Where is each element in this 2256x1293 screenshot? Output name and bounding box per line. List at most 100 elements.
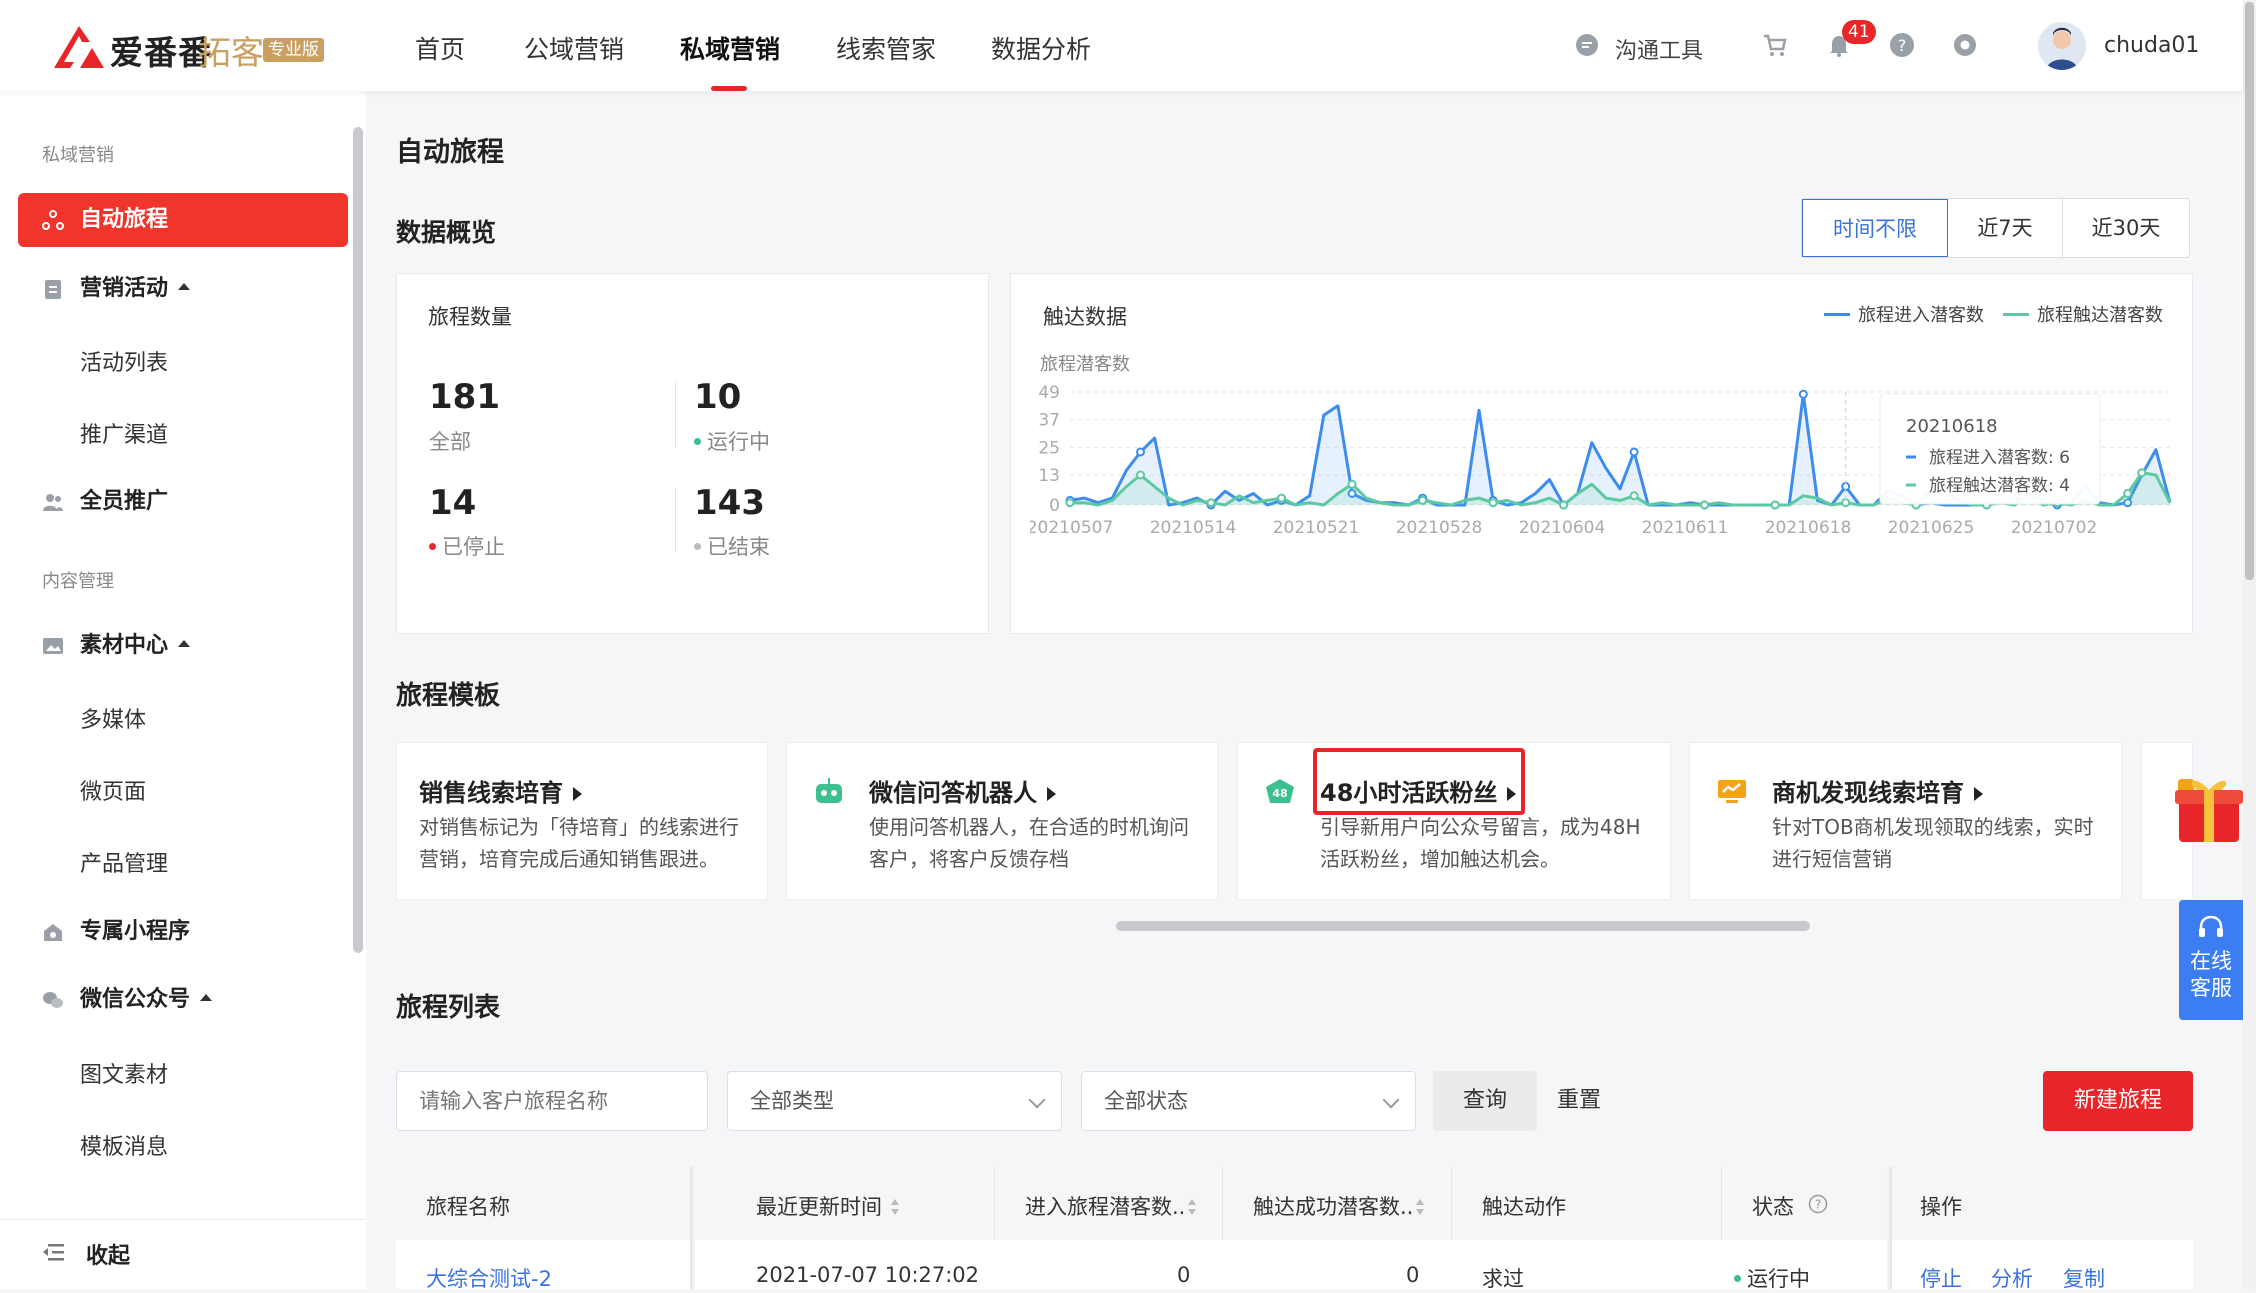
sidebar-item-all-staff-promo[interactable]: 全员推广 — [18, 475, 348, 529]
x-tick-label: 20210521 — [1273, 518, 1360, 538]
sidebar-item-label: 自动旅程 — [80, 207, 169, 232]
sidebar-item-label: 全员推广 — [80, 489, 169, 514]
type-select[interactable]: 全部类型 — [727, 1071, 1062, 1131]
range-all-button[interactable]: 时间不限 — [1802, 199, 1948, 257]
range-30d-button[interactable]: 近30天 — [2063, 199, 2189, 257]
sidebar-item-marketing-activity[interactable]: 营销活动 — [18, 262, 348, 316]
sidebar-item-wechat-official[interactable]: 微信公众号 — [18, 973, 348, 1027]
col-name: 旅程名称 — [426, 1195, 510, 1219]
stat-stopped-label: 已停止 — [429, 531, 505, 561]
mini-program-icon — [44, 924, 62, 941]
help-icon[interactable]: ? — [1889, 32, 1915, 58]
online-service-button[interactable]: 在线 客服 — [2179, 900, 2243, 1020]
nav-public-marketing[interactable]: 公域营销 — [524, 30, 624, 66]
people-icon — [43, 494, 63, 511]
cell-entered: 0 — [1177, 1263, 1191, 1287]
highlight-box — [1313, 748, 1525, 815]
data-point — [1488, 498, 1498, 508]
journey-icon — [42, 210, 64, 230]
image-icon — [43, 638, 63, 654]
y-tick-label: 49 — [1038, 383, 1060, 403]
nav-lead-manager[interactable]: 线索管家 — [836, 30, 936, 66]
avatar[interactable] — [2038, 22, 2086, 70]
sidebar-item-mini-program[interactable]: 专属小程序 — [18, 905, 348, 959]
edition-badge: 专业版 — [263, 38, 324, 62]
robot-icon — [816, 778, 842, 803]
new-journey-button[interactable]: 新建旅程 — [2043, 1071, 2193, 1131]
x-tick-label: 20210507 — [1030, 518, 1113, 538]
logo-text[interactable]: 爱番番 — [110, 26, 212, 74]
data-point — [1418, 495, 1428, 505]
col-status: 状态? — [1752, 1191, 1828, 1221]
template-title: 商机发现线索培育 — [1772, 773, 1983, 808]
range-7d-button[interactable]: 近7天 — [1948, 199, 2063, 257]
y-tick-label: 37 — [1038, 411, 1060, 431]
nav-data-analysis[interactable]: 数据分析 — [991, 30, 1091, 66]
page-scrollbar-thumb[interactable] — [2245, 2, 2254, 580]
sidebar-item-template-msg[interactable]: 模板消息 — [80, 1129, 168, 1161]
divider — [1721, 1167, 1722, 1240]
template-desc: 使用问答机器人，在合适的时机询问客户，将客户反馈存档 — [869, 815, 1189, 871]
logo-icon[interactable] — [52, 22, 106, 70]
data-point — [1841, 498, 1851, 508]
monitor-chart-icon — [1718, 780, 1746, 803]
collapse-icon[interactable] — [42, 1242, 66, 1262]
col-entered[interactable]: 进入旅程潜客数.. — [1025, 1191, 1197, 1221]
status-select[interactable]: 全部状态 — [1081, 1071, 1416, 1131]
divider — [675, 382, 676, 448]
sidebar-scrollbar[interactable] — [353, 127, 363, 953]
username[interactable]: chuda01 — [2104, 33, 2199, 58]
fixed-col-shadow — [690, 1167, 695, 1289]
sidebar-item-product-mgmt[interactable]: 产品管理 — [80, 846, 168, 878]
sort-icon — [1188, 1199, 1197, 1215]
data-point — [1347, 479, 1357, 489]
chevron-down-icon — [1028, 1091, 1046, 1109]
journey-count-title: 旅程数量 — [428, 305, 512, 329]
nav-private-marketing[interactable]: 私域营销 — [680, 30, 780, 66]
template-card-sales-lead[interactable]: 销售线索培育 对销售标记为「待培育」的线索进行营销，培育完成后通知销售跟进。 — [396, 742, 768, 900]
cart-icon[interactable] — [1762, 32, 1788, 58]
chat-tool-icon[interactable] — [1574, 32, 1600, 58]
sidebar-item-promo-channel[interactable]: 推广渠道 — [80, 417, 168, 449]
time-range-toggle: 时间不限 近7天 近30天 — [1801, 198, 2190, 258]
query-button[interactable]: 查询 — [1433, 1071, 1537, 1131]
sidebar-item-multimedia[interactable]: 多媒体 — [80, 702, 146, 734]
collapse-button[interactable]: 收起 — [86, 1238, 130, 1270]
notification-count-badge: 41 — [1842, 20, 1876, 44]
col-reached[interactable]: 触达成功潜客数.. — [1253, 1191, 1425, 1221]
template-card-business-lead[interactable]: 商机发现线索培育 针对TOB商机发现领取的线索，实时进行短信营销 — [1689, 742, 2122, 900]
templates-horizontal-scrollbar[interactable] — [1116, 921, 1810, 931]
question-icon[interactable]: ? — [1808, 1194, 1828, 1214]
gift-icon[interactable] — [2175, 772, 2243, 844]
y-tick-label: 13 — [1038, 466, 1060, 486]
chevron-down-icon — [1382, 1091, 1400, 1109]
tooltip-date: 20210618 — [1906, 416, 1998, 437]
sidebar-item-image-text[interactable]: 图文素材 — [80, 1057, 168, 1089]
data-point — [2123, 488, 2133, 498]
sidebar-item-activity-list[interactable]: 活动列表 — [80, 345, 168, 377]
tooltip-line: 旅程触达潜客数: 4 — [1929, 476, 2070, 496]
clipboard-icon — [45, 280, 61, 299]
journey-search-input[interactable] — [396, 1071, 708, 1131]
reset-button[interactable]: 重置 — [1548, 1071, 1610, 1131]
templates-title: 旅程模板 — [396, 681, 501, 711]
data-point — [1206, 498, 1216, 508]
y-axis-label: 旅程潜客数 — [1040, 354, 1130, 375]
data-point — [1136, 470, 1146, 480]
template-card-qa-robot[interactable]: 微信问答机器人 使用问答机器人，在合适的时机询问客户，将客户反馈存档 — [786, 742, 1218, 900]
badge-48-icon: 48 — [1266, 779, 1294, 803]
overview-title: 数据概览 — [396, 218, 497, 247]
nav-home[interactable]: 首页 — [415, 30, 465, 66]
sidebar-item-auto-journey[interactable]: 自动旅程 — [18, 193, 348, 247]
sidebar-item-micro-page[interactable]: 微页面 — [80, 774, 146, 806]
settings-icon[interactable] — [1952, 32, 1978, 58]
col-updated[interactable]: 最近更新时间 — [756, 1191, 900, 1221]
reach-line-chart[interactable]: 0 13 25 37 49 20210507 20210514 20210521 2021052… — [1030, 380, 2180, 590]
legend-entered[interactable]: 旅程进入潜客数 — [1824, 301, 1984, 327]
chat-tool-label[interactable]: 沟通工具 — [1615, 33, 1703, 65]
sidebar-group-private: 私域营销 — [42, 145, 114, 166]
data-point — [1559, 500, 1569, 510]
triangle-right-icon — [1974, 787, 1983, 801]
legend-reached[interactable]: 旅程触达潜客数 — [2003, 301, 2163, 327]
sidebar-item-material-center[interactable]: 素材中心 — [18, 619, 348, 673]
